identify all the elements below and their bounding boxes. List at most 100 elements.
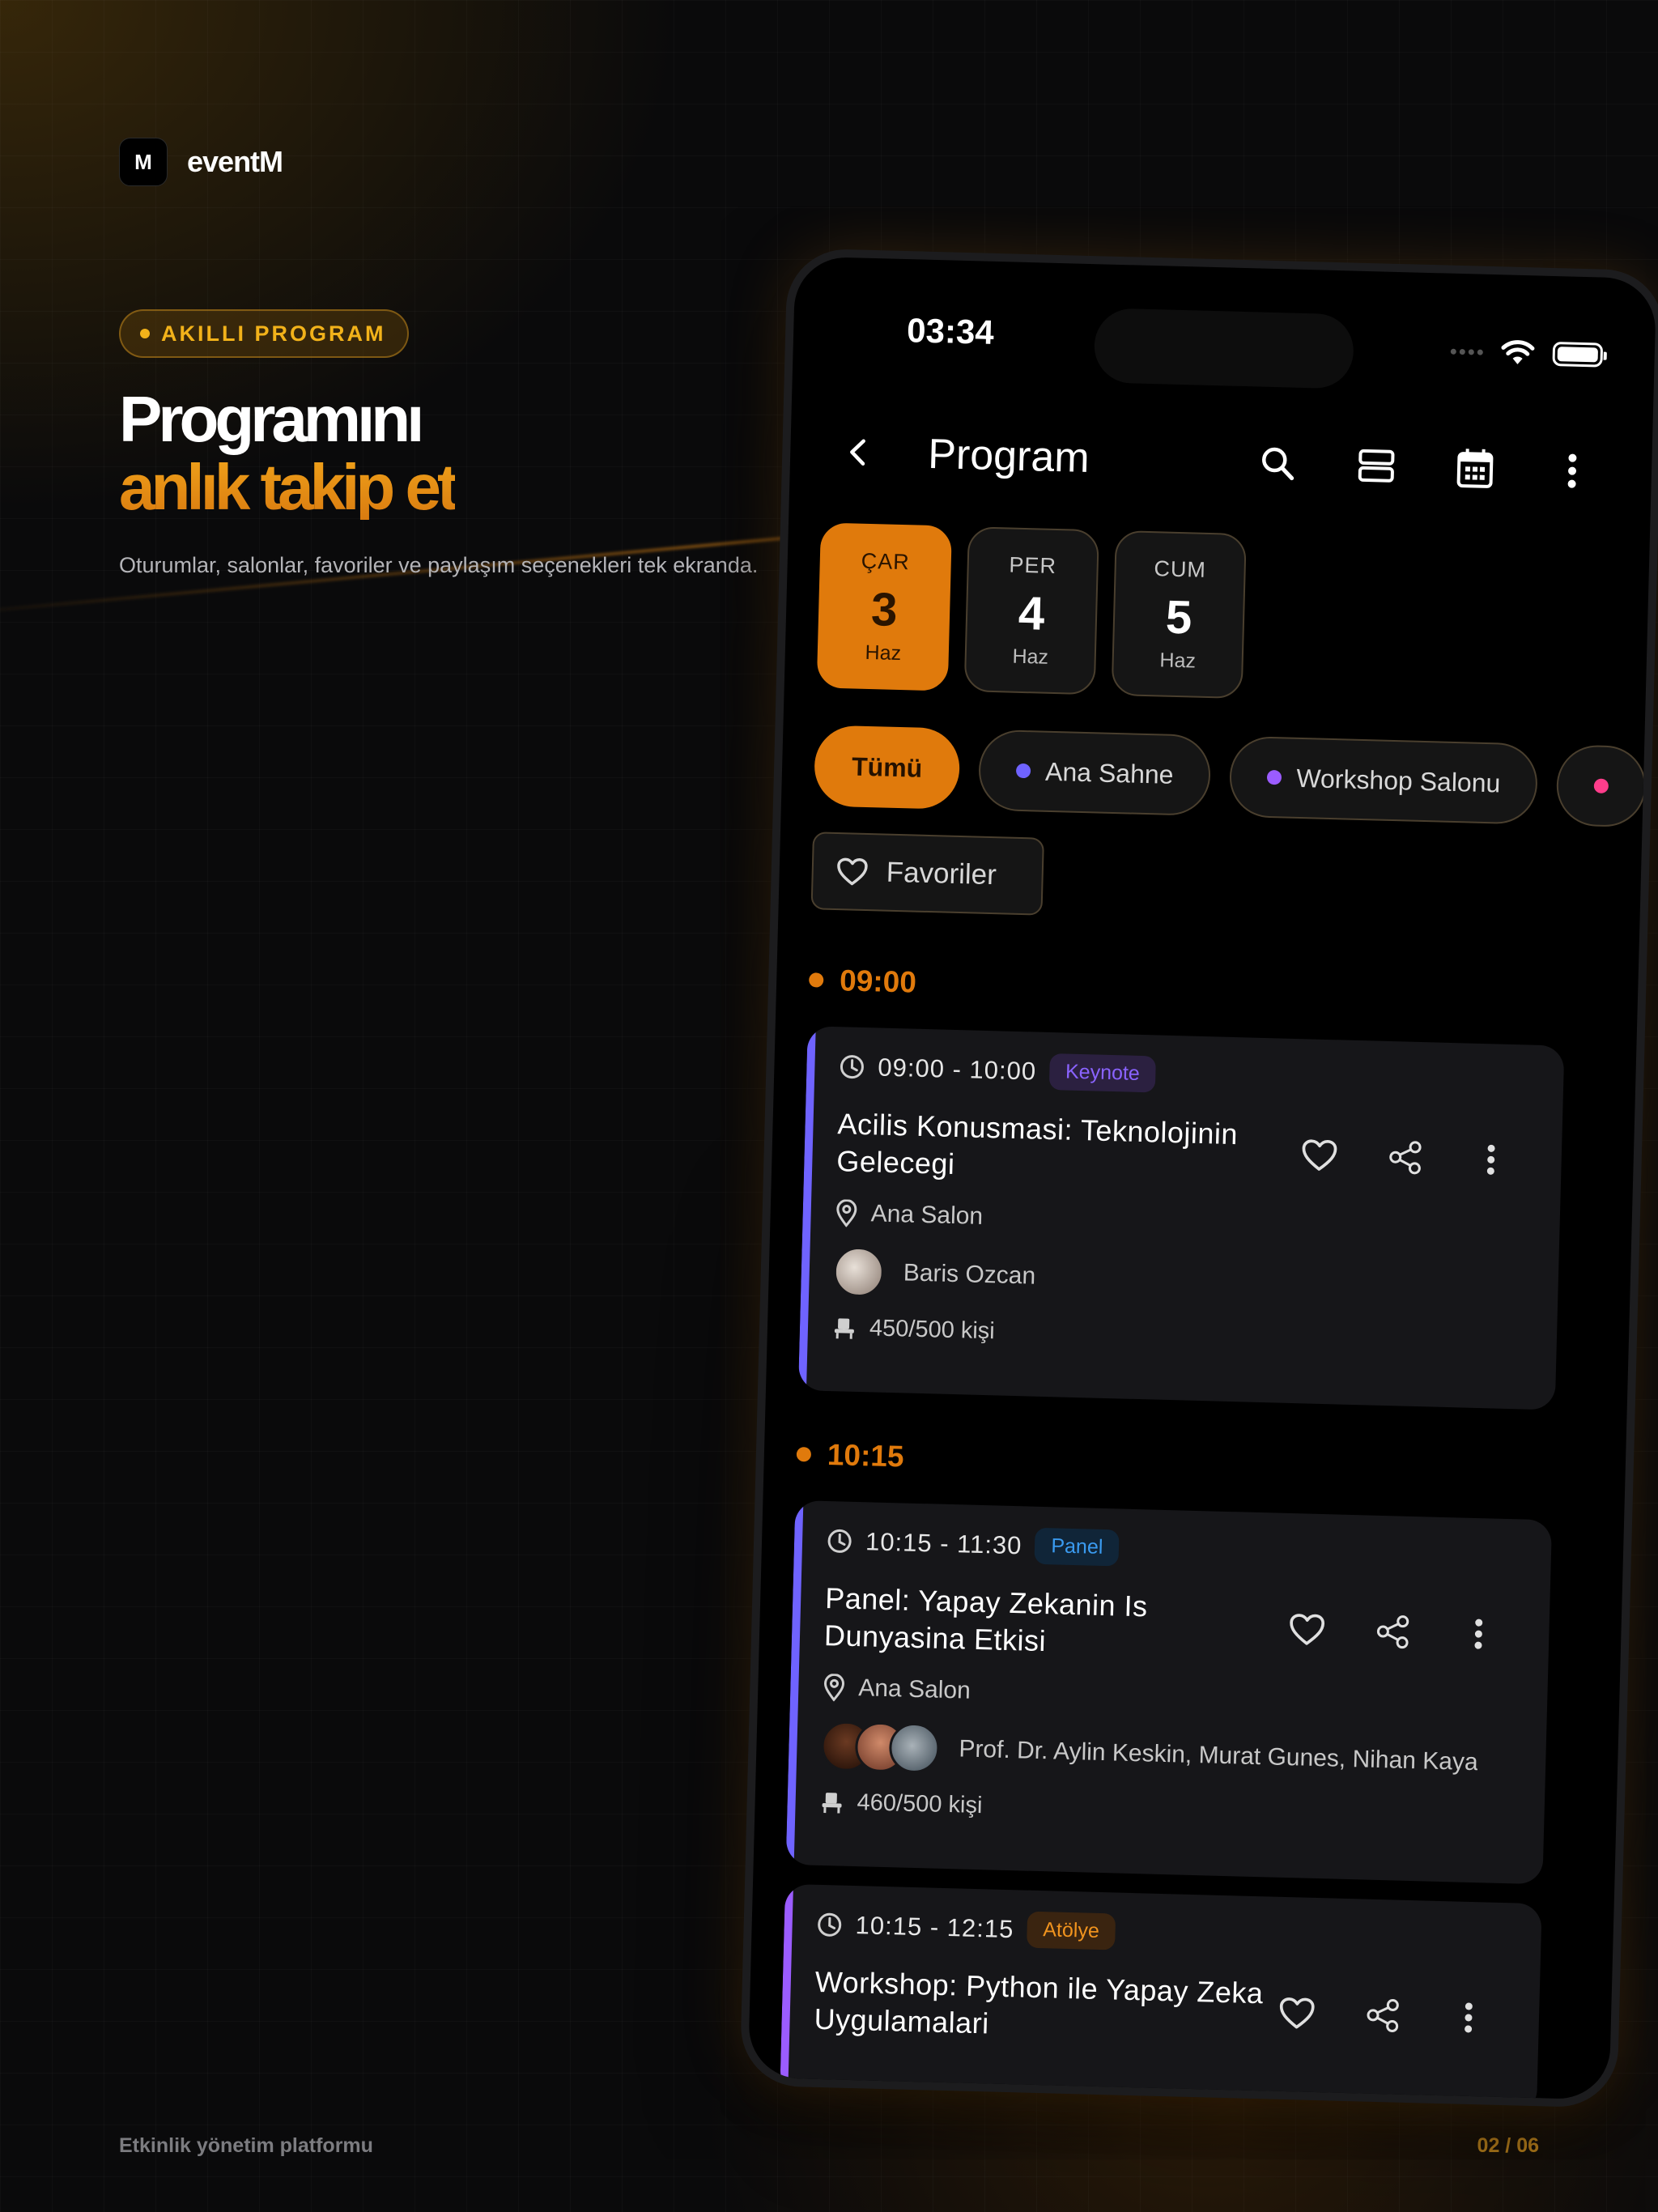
day-selector: ÇAR 3 Haz PER 4 Haz CUM 5 Haz — [816, 522, 1247, 700]
share-button[interactable] — [1360, 1993, 1405, 2037]
session-more-button[interactable] — [1446, 1995, 1490, 2040]
time-slot-header: 10:15 — [796, 1437, 904, 1474]
footer-tagline: Etkinlik yönetim platformu — [119, 2134, 373, 2157]
share-icon — [1389, 1141, 1422, 1175]
search-button[interactable] — [1251, 436, 1304, 490]
status-time: 03:34 — [906, 311, 995, 351]
day-tab-thu[interactable]: PER 4 Haz — [963, 526, 1099, 696]
dynamic-island — [1093, 308, 1354, 389]
session-more-button[interactable] — [1456, 1611, 1501, 1656]
more-vert-icon — [1465, 2002, 1473, 2033]
more-vert-icon — [1474, 1619, 1483, 1649]
filter-chip-workshop[interactable]: Workshop Salonu — [1229, 735, 1539, 825]
clock-icon — [818, 1912, 842, 1937]
page-title: Program — [927, 430, 1090, 483]
session-time: 09:00 - 10:00 — [878, 1052, 1037, 1086]
chip-dot — [1267, 769, 1282, 785]
pill-label: AKILLI PROGRAM — [161, 321, 386, 346]
session-speakers: Baris Ozcan — [903, 1259, 1036, 1290]
session-time: 10:15 - 11:30 — [865, 1526, 1022, 1559]
clock-icon — [840, 1054, 864, 1078]
time-slot-label: 10:15 — [827, 1438, 905, 1474]
more-vert-icon — [1486, 1144, 1495, 1175]
view-toggle-icon — [1358, 449, 1395, 483]
day-tab-fri[interactable]: CUM 5 Haz — [1111, 530, 1247, 700]
calendar-icon — [1456, 449, 1494, 488]
calendar-button[interactable] — [1448, 442, 1502, 496]
location-pin-icon — [836, 1199, 857, 1227]
day-month: Haz — [865, 640, 902, 665]
day-weekday: PER — [1009, 552, 1057, 578]
brand-logo: M — [119, 138, 168, 186]
session-card[interactable]: 09:00 - 10:00 Keynote Acilis Konusmasi: … — [797, 1026, 1565, 1410]
brand: M eventM — [119, 138, 283, 186]
venue-filter-chips: Tümü Ana Sahne Workshop Salonu — [813, 725, 1647, 828]
feature-pill: AKILLI PROGRAM — [119, 309, 409, 358]
heart-icon — [1279, 1997, 1315, 2029]
day-weekday: ÇAR — [861, 548, 911, 574]
hero-lead: Oturumlar, salonlar, favoriler ve paylaş… — [119, 553, 759, 577]
search-icon — [1261, 447, 1295, 481]
day-number: 4 — [1018, 586, 1046, 640]
day-tab-wed[interactable]: ÇAR 3 Haz — [816, 522, 952, 691]
session-card[interactable]: 10:15 - 12:15 Atölye Workshop: Python il… — [780, 1883, 1542, 2100]
speaker-avatars — [820, 1720, 941, 1774]
time-dot — [796, 1447, 812, 1462]
favorites-filter-button[interactable]: Favoriler — [810, 832, 1044, 916]
track-color-bar — [780, 1883, 793, 2095]
status-icons — [1450, 338, 1604, 368]
day-month: Haz — [1159, 648, 1197, 673]
heart-icon — [837, 857, 868, 886]
pill-dot — [140, 329, 150, 338]
filter-chip-all[interactable]: Tümü — [813, 725, 961, 810]
share-button[interactable] — [1371, 1610, 1415, 1654]
session-location: Ana Salon — [870, 1200, 984, 1230]
chip-dot — [1594, 778, 1609, 793]
session-actions — [1285, 1607, 1501, 1657]
hero-title-line1: Programını — [119, 383, 424, 455]
time-slot-label: 09:00 — [839, 963, 917, 999]
session-more-button[interactable] — [1469, 1138, 1513, 1182]
chip-label: Ana Sahne — [1044, 756, 1174, 789]
session-type-badge: Panel — [1034, 1527, 1120, 1567]
session-title: Panel: Yapay Zekanin Is Dunyasina Etkisi — [823, 1580, 1149, 1658]
day-number: 5 — [1165, 590, 1193, 644]
more-button[interactable] — [1545, 445, 1599, 498]
share-icon — [1367, 1999, 1399, 2033]
track-color-bar — [785, 1499, 804, 1865]
session-card[interactable]: 10:15 - 11:30 Panel Panel: Yapay Zekanin… — [785, 1499, 1553, 1885]
favorite-button[interactable] — [1274, 1991, 1319, 2035]
page-counter: 02 / 06 — [1477, 2134, 1539, 2157]
day-month: Haz — [1012, 644, 1049, 669]
chip-label: Workshop Salonu — [1295, 763, 1501, 798]
session-actions — [1297, 1133, 1513, 1182]
session-type-badge: Atölye — [1026, 1911, 1116, 1950]
time-dot — [809, 972, 824, 988]
clock-icon — [827, 1529, 852, 1553]
avatar — [833, 1246, 885, 1298]
heart-icon — [1302, 1139, 1337, 1171]
chip-dot — [1015, 763, 1031, 779]
seat-icon — [834, 1317, 854, 1339]
heart-icon — [1290, 1614, 1325, 1645]
session-capacity: 450/500 kişi — [869, 1315, 996, 1345]
day-number: 3 — [870, 582, 899, 636]
filter-chip-ana-sahne[interactable]: Ana Sahne — [977, 729, 1212, 817]
share-icon — [1376, 1615, 1409, 1649]
signal-icon — [1450, 348, 1483, 355]
time-slot-header: 09:00 — [809, 963, 917, 999]
filter-chip-more[interactable] — [1556, 744, 1647, 828]
session-actions — [1274, 1991, 1490, 2040]
session-location: Ana Salon — [857, 1674, 971, 1704]
favorite-button[interactable] — [1297, 1133, 1341, 1177]
speaker-avatars — [833, 1246, 885, 1298]
favorites-label: Favoriler — [886, 856, 997, 891]
view-toggle-button[interactable] — [1350, 440, 1403, 493]
session-time: 10:15 - 12:15 — [855, 1910, 1014, 1943]
phone-mockup: 03:34 Program ÇAR 3 Haz PER 4 Haz CUM 5 … — [747, 256, 1657, 2100]
back-icon — [850, 439, 865, 466]
back-button[interactable] — [834, 428, 884, 478]
favorite-button[interactable] — [1285, 1607, 1329, 1652]
share-button[interactable] — [1383, 1135, 1427, 1180]
session-capacity: 460/500 kişi — [857, 1789, 983, 1819]
